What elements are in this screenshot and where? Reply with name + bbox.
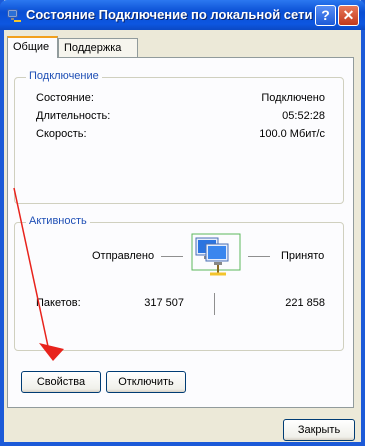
tab-general[interactable]: Общие: [7, 36, 58, 58]
annotation-arrow: [13, 187, 64, 361]
status-window: Состояние Подключение по локальной сети …: [0, 0, 365, 446]
